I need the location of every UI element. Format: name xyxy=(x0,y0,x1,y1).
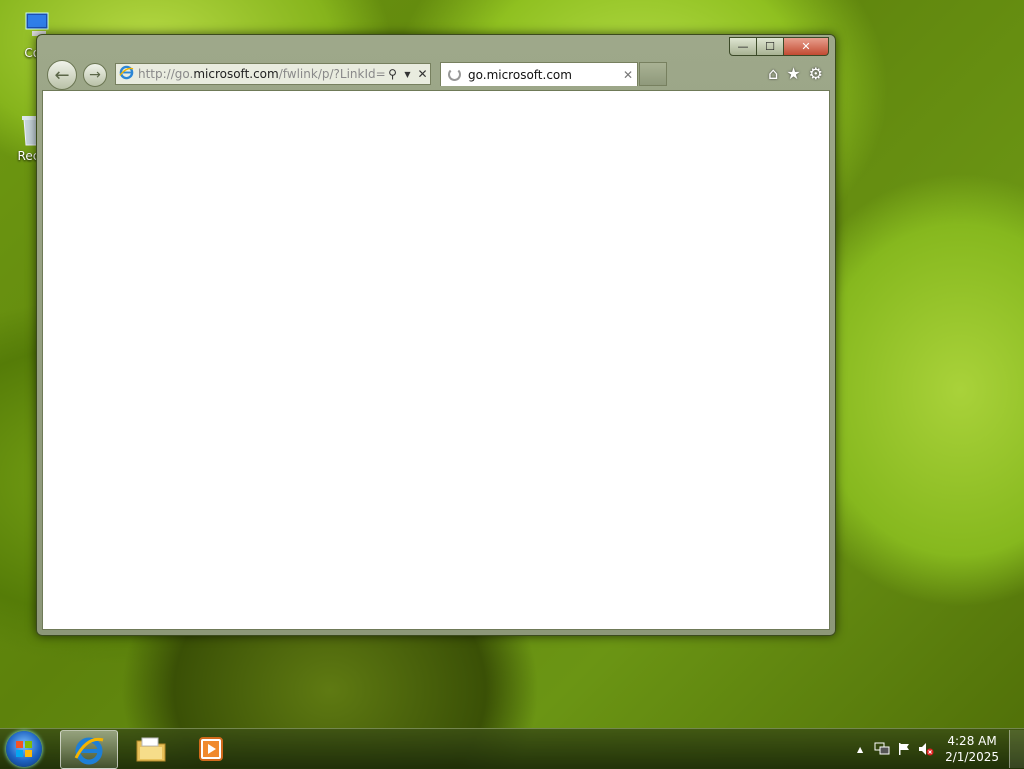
browser-toolbar: ← → http://go.microsoft.com/fwlink/p/?Li… xyxy=(43,59,829,90)
address-bar[interactable]: http://go.microsoft.com/fwlink/p/?LinkId… xyxy=(115,63,431,85)
settings-gear-icon[interactable]: ⚙ xyxy=(809,64,823,83)
minimize-button[interactable]: — xyxy=(729,37,757,56)
network-icon[interactable] xyxy=(873,740,891,758)
url-domain: microsoft.com xyxy=(193,67,279,81)
volume-muted-icon[interactable] xyxy=(917,740,935,758)
url-prefix: http://go. xyxy=(138,67,194,81)
start-button[interactable] xyxy=(6,731,42,767)
taskbar-file-explorer[interactable] xyxy=(126,730,176,767)
action-center-flag-icon[interactable] xyxy=(895,740,913,758)
window-controls: — ☐ ✕ xyxy=(729,37,829,56)
stop-icon[interactable]: ✕ xyxy=(415,67,430,81)
ie-favicon-icon xyxy=(119,65,135,83)
taskbar: ▲ 4:28 AM 2/1/2025 xyxy=(0,728,1024,769)
media-player-icon xyxy=(199,736,223,761)
back-button[interactable]: ← xyxy=(47,60,77,90)
page-content[interactable] xyxy=(42,90,830,630)
system-tray: ▲ 4:28 AM 2/1/2025 xyxy=(849,729,1024,769)
clock-time: 4:28 AM xyxy=(947,734,997,748)
windows-logo-icon xyxy=(16,741,32,757)
arrow-left-icon: ← xyxy=(54,64,70,86)
tab-active[interactable]: go.microsoft.com ✕ xyxy=(440,62,638,86)
loading-spinner-icon xyxy=(448,68,461,81)
url-path: /fwlink/p/?LinkId=2 xyxy=(278,67,385,81)
tab-close-button[interactable]: ✕ xyxy=(619,68,637,82)
internet-explorer-icon xyxy=(74,737,104,764)
home-icon[interactable]: ⌂ xyxy=(768,64,778,83)
system-clock[interactable]: 4:28 AM 2/1/2025 xyxy=(945,733,999,765)
search-icon[interactable]: ⚲ xyxy=(385,67,400,81)
arrow-right-icon: → xyxy=(89,67,101,83)
clock-date: 2/1/2025 xyxy=(945,750,999,764)
show-hidden-icons-button[interactable]: ▲ xyxy=(851,740,869,758)
tab-title: go.microsoft.com xyxy=(468,67,572,82)
address-url: http://go.microsoft.com/fwlink/p/?LinkId… xyxy=(138,67,385,81)
taskbar-media-player[interactable] xyxy=(186,730,236,767)
forward-button[interactable]: → xyxy=(83,63,107,87)
chevron-down-icon[interactable]: ▼ xyxy=(400,70,415,79)
close-button[interactable]: ✕ xyxy=(784,37,829,56)
browser-tools: ⌂ ★ ⚙ xyxy=(768,64,823,83)
favorites-star-icon[interactable]: ★ xyxy=(786,64,800,83)
maximize-button[interactable]: ☐ xyxy=(757,37,784,56)
browser-window: — ☐ ✕ ← → http://go.microsoft.com/fwlink… xyxy=(36,34,836,636)
new-tab-button[interactable] xyxy=(639,62,667,86)
taskbar-internet-explorer[interactable] xyxy=(60,730,118,769)
show-desktop-button[interactable] xyxy=(1009,730,1024,768)
folder-icon xyxy=(136,737,166,761)
